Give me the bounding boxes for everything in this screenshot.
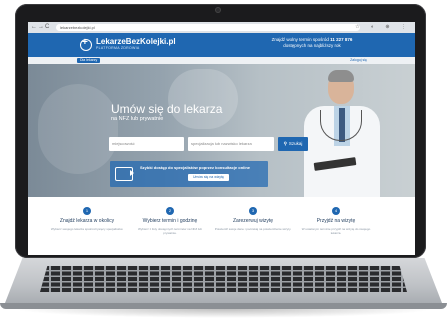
- step-number: 1: [83, 207, 91, 215]
- step-description: W ustalonym terminie przyjdź na wizytę d…: [301, 227, 371, 235]
- header-promo-line1: Znajdź wolny termin spośród: [271, 37, 329, 42]
- step-item: 4 Przyjdź na wizytę W ustalonym terminie…: [297, 207, 375, 235]
- online-consultation-text: Szybki dostęp do specjalistów poprzez ko…: [140, 165, 251, 170]
- hero-section: Umów się do lekarza na NFZ lub prywatnie…: [28, 64, 415, 197]
- step-title: Przyjdź na wizytę: [316, 218, 356, 224]
- login-link[interactable]: Zaloguj się: [350, 58, 367, 63]
- laptop-lid: ← → C lekarzebezkolejki.pl ☆ ◐ ⊕ ⋮ Lekar…: [15, 4, 426, 258]
- webcam-icon: [216, 8, 220, 12]
- header-promo: Znajdź wolny termin spośród 11 227 876 d…: [257, 37, 367, 49]
- specialty-input[interactable]: specjalizacja lub nazwisko lekarza: [188, 137, 274, 151]
- doctor-photo: [290, 64, 400, 197]
- how-it-works: 1 Znajdź lekarza w okolicy Wybierz swoje…: [28, 197, 415, 255]
- forward-icon[interactable]: →: [38, 24, 44, 31]
- step-description: Wybierz z listy dostępnych terminów na N…: [138, 227, 202, 235]
- hero-title: Umów się do lekarza: [111, 102, 223, 116]
- step-item: 3 Zarezerwuj wizytę Potwierdź swoje dane…: [214, 207, 292, 231]
- back-icon[interactable]: ←: [31, 24, 37, 31]
- video-camera-icon: [115, 167, 134, 181]
- logo-title: LekarzeBezKolejki.pl: [96, 37, 176, 46]
- city-input[interactable]: miejscowość: [109, 137, 184, 151]
- header-promo-line2: dostępnych na najbliższy rok: [283, 43, 341, 48]
- step-title: Zarezerwuj wizytę: [232, 218, 273, 224]
- sub-navigation: Dla lekarzy Zaloguj się: [28, 57, 415, 64]
- header-promo-count: 11 227 876: [330, 37, 353, 42]
- for-doctors-button[interactable]: Dla lekarzy: [77, 58, 101, 63]
- address-bar[interactable]: lekarzebezkolejki.pl: [56, 24, 360, 31]
- logo-subtitle: PLATFORMA ZDROWIA: [96, 46, 140, 50]
- step-description: Wybierz swojego lekarza spośród tysięcy …: [50, 227, 124, 231]
- hero-background-shape: [38, 84, 118, 174]
- laptop-screen: ← → C lekarzebezkolejki.pl ☆ ◐ ⊕ ⋮ Lekar…: [28, 22, 415, 255]
- browser-extension-icons[interactable]: ☆ ◐ ⊕ ⋮: [355, 24, 411, 30]
- book-visit-button[interactable]: Umów się na wizytę: [188, 174, 229, 181]
- online-consultation-banner: Szybki dostęp do specjalistów poprzez ko…: [110, 161, 268, 187]
- step-number: 2: [166, 207, 174, 215]
- search-button[interactable]: ⚲ Szukaj: [278, 137, 308, 151]
- site-header: LekarzeBezKolejki.pl PLATFORMA ZDROWIA Z…: [28, 33, 415, 57]
- step-number: 4: [332, 207, 340, 215]
- keyboard-rows: [40, 266, 407, 292]
- step-title: Wybierz termin i godzinę: [142, 218, 198, 224]
- step-item: 2 Wybierz termin i godzinę Wybierz z lis…: [131, 207, 209, 235]
- search-button-label: Szukaj: [288, 141, 303, 146]
- step-number: 3: [249, 207, 257, 215]
- step-item: 1 Znajdź lekarza w okolicy Wybierz swoje…: [48, 207, 126, 231]
- reload-icon[interactable]: C: [45, 24, 49, 31]
- search-icon: ⚲: [283, 141, 287, 146]
- medical-cross-icon: [80, 37, 92, 51]
- laptop-front-edge: [0, 303, 447, 309]
- step-description: Potwierdź swoje dane i poczekaj na potwi…: [214, 227, 292, 231]
- step-title: Znajdź lekarza w okolicy: [59, 218, 115, 224]
- doctor-hair: [328, 70, 354, 82]
- hero-background-shape: [168, 69, 238, 129]
- hero-subtitle: na NFZ lub prywatnie: [111, 116, 164, 122]
